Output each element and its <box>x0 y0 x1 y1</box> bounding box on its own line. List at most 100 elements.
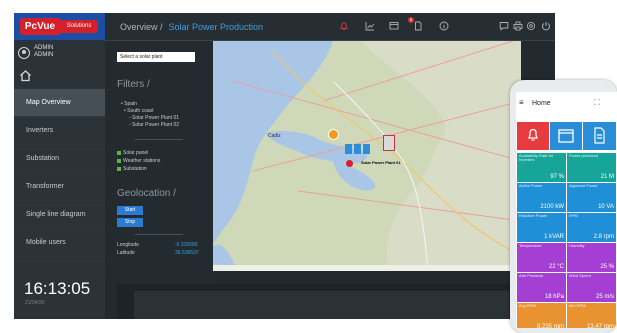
sidebar-item-substation[interactable]: Substation <box>14 145 105 173</box>
geolocation-title: Geolocation / <box>117 188 176 199</box>
filter-solar-panel[interactable]: Solar panel <box>117 150 148 156</box>
filters-title: Filters / <box>117 79 150 90</box>
metric-tile[interactable]: Availability Rate for Inverters 97 % <box>517 153 566 182</box>
clock-date: 21/04/20 <box>25 300 45 306</box>
phone-screen: ≡ Home ⛶ Availability Rate for Inverters… <box>516 92 617 328</box>
bell-icon[interactable] <box>339 21 349 31</box>
sidebar-item-map-overview[interactable]: Map Overview <box>14 89 105 117</box>
sidebar-item-inverters[interactable]: Inverters <box>14 117 105 145</box>
location-tree: • Spain • South coast - Solar Power Plan… <box>121 101 179 129</box>
power-icon[interactable] <box>541 21 551 31</box>
sidebar-item-single-line-diagram[interactable]: Single line diagram <box>14 201 105 229</box>
metric-value: 1 kVAR <box>544 234 564 240</box>
logo-sub: Solutions <box>60 20 98 33</box>
metric-value: 2.8 rpm <box>593 234 614 240</box>
logo-brand: PcVue <box>20 18 60 35</box>
metric-tile[interactable]: Active Power 2100 kW <box>517 183 566 212</box>
user-icon <box>18 47 30 59</box>
tree-item-plant-2[interactable]: - Solar Power Plant 02 <box>121 122 179 129</box>
mobile-phone: ≡ Home ⛶ Availability Rate for Inverters… <box>510 80 617 333</box>
print-icon[interactable] <box>513 21 523 31</box>
phone-header: ≡ Home ⛶ <box>516 92 617 114</box>
longitude-row: Longitude -6.315689 <box>117 242 198 248</box>
latitude-label: Latitude <box>117 250 135 256</box>
metric-tile[interactable]: Min RPM 13.47 rpm <box>567 303 616 328</box>
top-bar: Overview / Solar Power Production 8 <box>105 13 555 41</box>
plant-select[interactable]: Select a solar plant <box>117 52 195 62</box>
solar-panel-marker[interactable] <box>354 144 361 154</box>
phone-title: Home <box>532 100 551 107</box>
metric-value: 10 VA <box>598 204 614 210</box>
user-role: ADMIN <box>34 52 54 58</box>
breadcrumb-root[interactable]: Overview / <box>120 22 163 32</box>
metric-label: Availability Rate for Inverters <box>519 153 554 162</box>
metric-label: Active Power <box>519 183 543 188</box>
document-icon <box>594 127 605 144</box>
metric-label: Temperature <box>519 243 542 248</box>
tree-item-region[interactable]: • South coast <box>121 108 179 115</box>
metric-tile[interactable]: RPM 2.8 rpm <box>567 213 616 242</box>
metric-value: 21 M <box>600 174 614 180</box>
sidebar-item-transformer[interactable]: Transformer <box>14 173 105 201</box>
tree-item-country[interactable]: • Spain <box>121 101 179 108</box>
bottom-content <box>134 291 509 319</box>
alarm-tile[interactable] <box>517 122 549 150</box>
screen-icon <box>558 129 574 143</box>
metric-value: 2100 kW <box>540 204 564 210</box>
home-icon[interactable] <box>19 69 32 82</box>
substation-marker[interactable] <box>383 135 395 151</box>
metric-label: Min RPM <box>569 303 586 308</box>
metric-label: Wind Speed <box>569 273 591 278</box>
plant-label: Solar Power Plant 01 <box>361 160 401 165</box>
menu-icon[interactable]: ≡ <box>519 98 524 107</box>
alarm-marker[interactable] <box>346 160 353 167</box>
weather-station-marker[interactable] <box>328 129 339 140</box>
latitude-value: 36.536537 <box>175 250 199 256</box>
metric-label: Apparent Power <box>569 183 598 188</box>
sidebar-nav: Map Overview Inverters Substation Transf… <box>14 89 105 257</box>
metric-tile[interactable]: Atm Pressure 18 hPa <box>517 273 566 302</box>
sidebar-item-mobile-users[interactable]: Mobile users <box>14 229 105 257</box>
metric-label: Atm Pressure <box>519 273 544 278</box>
filters-panel: Select a solar plant Filters / • Spain •… <box>105 41 217 281</box>
metric-tile[interactable]: Apparent Power 10 VA <box>567 183 616 212</box>
chat-icon[interactable] <box>499 21 509 31</box>
start-button[interactable]: Start <box>117 206 143 215</box>
metric-tile[interactable]: Reactive Power 1 kVAR <box>517 213 566 242</box>
metric-tile[interactable]: Humidity 25 % <box>567 243 616 272</box>
stop-button[interactable]: Stop <box>117 218 143 227</box>
metric-tile[interactable]: Wind Speed 25 m/s <box>567 273 616 302</box>
pcvue-logo: PcVue Solutions <box>20 18 98 35</box>
map-view[interactable]: Cadiz Solar Power Plant 01 <box>213 41 521 271</box>
breadcrumb: Overview / Solar Power Production <box>120 22 263 32</box>
info-icon[interactable] <box>439 21 449 31</box>
solar-panel-marker[interactable] <box>345 144 352 154</box>
tree-item-plant-1[interactable]: - Solar Power Plant 01 <box>121 115 179 122</box>
bell-icon <box>528 128 538 141</box>
check-icon <box>117 166 121 171</box>
document-icon[interactable] <box>413 21 423 31</box>
solar-panel-marker[interactable] <box>363 144 370 154</box>
metric-tile[interactable]: Power produced 21 M <box>567 153 616 182</box>
document-tile[interactable] <box>583 122 616 150</box>
metric-value: 18 hPa <box>544 294 564 300</box>
metric-label: RPM <box>569 213 578 218</box>
expand-icon[interactable]: ⛶ <box>594 98 600 108</box>
clock-time: 16:13:05 <box>24 279 91 298</box>
filter-substation[interactable]: Substation <box>117 166 147 172</box>
metric-value: 97 % <box>550 174 564 180</box>
city-label: Cadiz <box>268 133 281 139</box>
chart-icon[interactable] <box>365 21 375 31</box>
longitude-label: Longitude <box>117 242 139 248</box>
sidebar: PcVue Solutions ADMIN ADMIN Map Overview… <box>14 13 105 319</box>
metric-label: Power produced <box>569 153 599 158</box>
screen-icon[interactable] <box>389 21 399 31</box>
metric-tile[interactable]: Temperature 22 °C <box>517 243 566 272</box>
metric-tile[interactable]: Avg RPM 8.235 rpm <box>517 303 566 328</box>
settings-icon[interactable] <box>526 21 536 31</box>
filter-weather-stations[interactable]: Weather stations <box>117 158 160 164</box>
latitude-row: Latitude 36.536537 <box>117 250 199 256</box>
screen-tile[interactable] <box>550 122 582 150</box>
user-profile[interactable]: ADMIN ADMIN <box>18 45 104 65</box>
metric-label: Avg RPM <box>519 303 536 308</box>
